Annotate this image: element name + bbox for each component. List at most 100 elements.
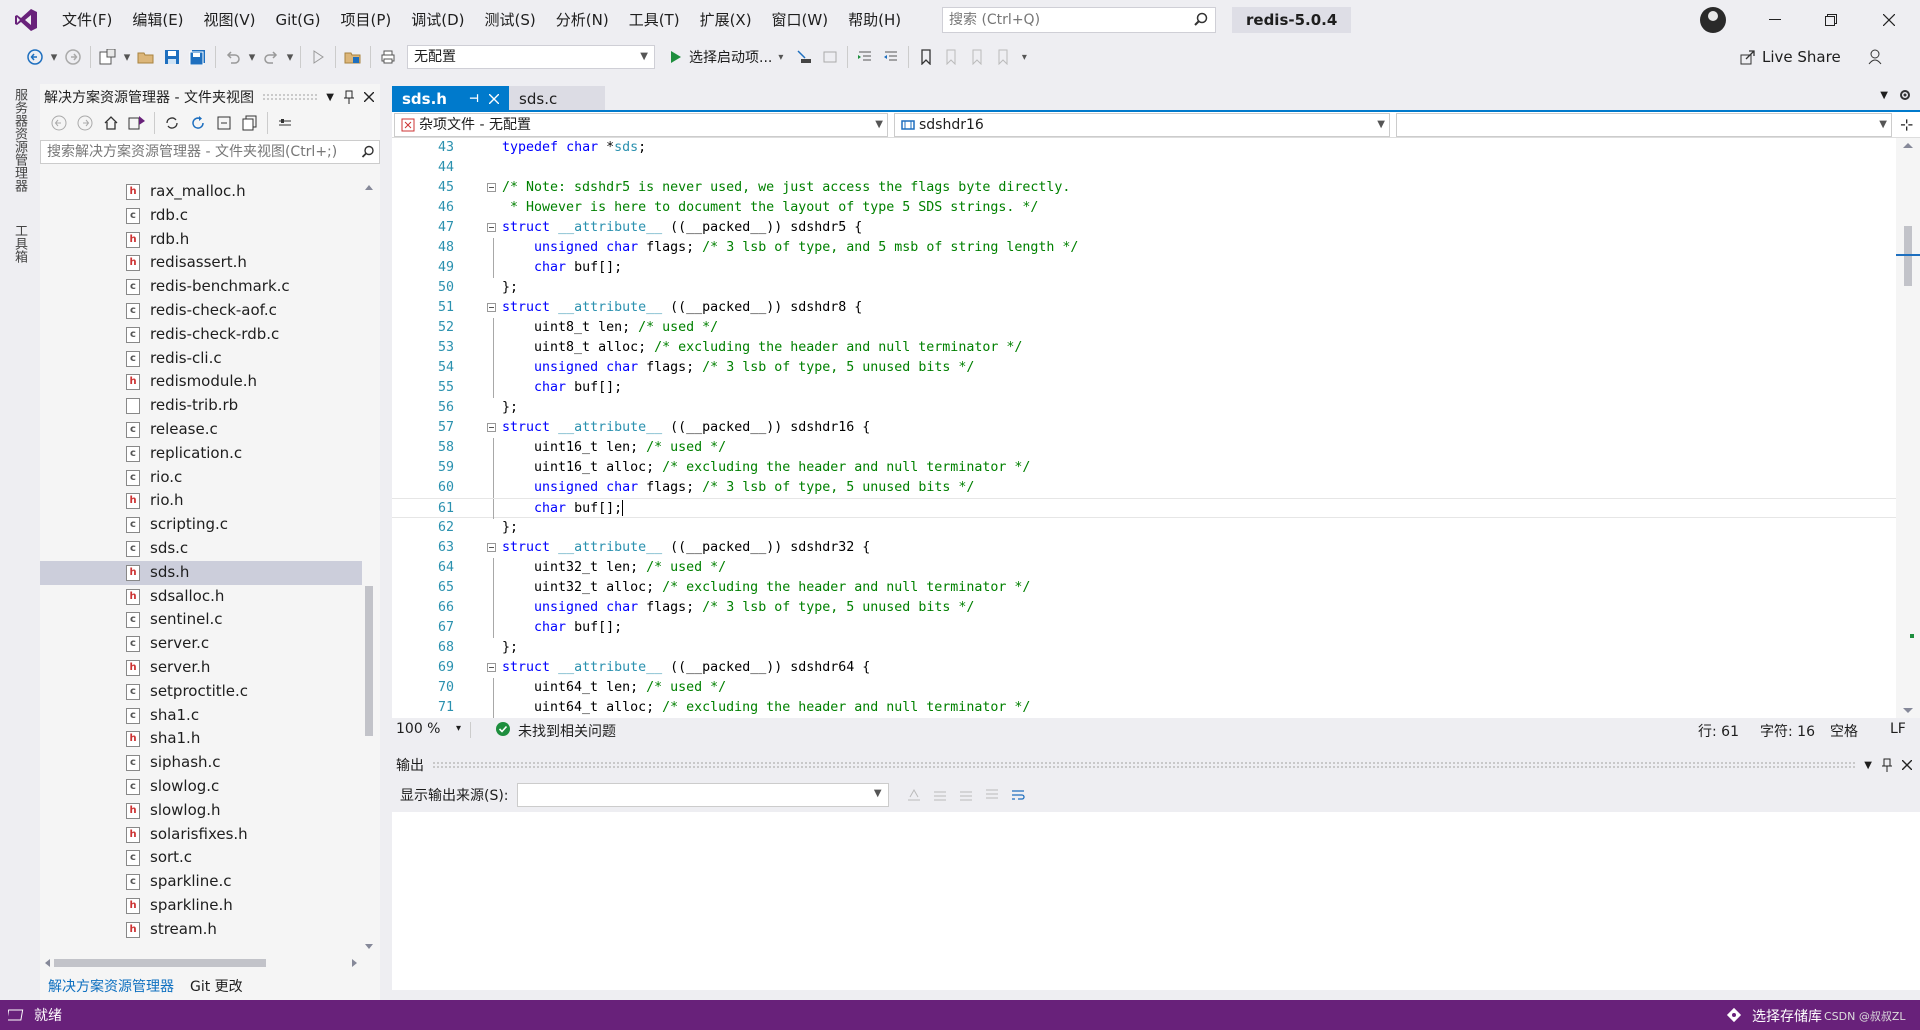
file-tree-item[interactable]: c server.c [40, 632, 362, 656]
feedback-icon[interactable] [1867, 48, 1885, 66]
file-tree-item[interactable]: h sdsalloc.h [40, 585, 362, 609]
code-line[interactable]: 43 typedef char *sds; [392, 138, 1896, 158]
file-tree-item[interactable]: c sha1.c [40, 704, 362, 728]
indent-icon[interactable] [852, 43, 878, 71]
code-line[interactable]: 45 /* Note: sdshdr5 is never used, we jus… [392, 178, 1896, 198]
file-tree-item[interactable]: c redis-check-rdb.c [40, 323, 362, 347]
pin-icon[interactable] [344, 90, 354, 104]
tab-git-changes[interactable]: Git 更改 [182, 972, 251, 1002]
menu-item[interactable]: 文件(F) [52, 0, 122, 40]
vertical-scrollbar[interactable] [362, 180, 376, 954]
menu-item[interactable]: 编辑(E) [122, 0, 193, 40]
attach-process-icon[interactable] [791, 43, 817, 71]
code-line[interactable]: 61 char buf[]; [392, 498, 1896, 519]
file-tree-item[interactable]: c sds.c [40, 537, 362, 561]
code-line[interactable]: 50}; [392, 278, 1896, 298]
hot-reload-icon[interactable] [817, 43, 843, 71]
forward-icon[interactable] [60, 43, 86, 71]
file-tree-item[interactable]: c redis-check-aof.c [40, 299, 362, 323]
save-icon[interactable] [159, 43, 185, 71]
pin-icon[interactable]: ⊣ [469, 86, 479, 112]
scope-dropdown[interactable]: 杂项文件 - 无配置 ▼ [394, 112, 888, 137]
select-repo-button[interactable]: 选择存储库 [1752, 1006, 1822, 1026]
switch-views-icon[interactable] [124, 109, 150, 137]
code-line[interactable]: 59 uint16_t alloc; /* excluding the head… [392, 458, 1896, 478]
menu-item[interactable]: 测试(S) [475, 0, 546, 40]
file-tree-item[interactable]: c setproctitle.c [40, 680, 362, 704]
file-tree-item[interactable]: c slowlog.c [40, 775, 362, 799]
code-line[interactable]: 46 * However is here to document the lay… [392, 198, 1896, 218]
close-window-button[interactable] [1864, 0, 1914, 40]
code-line[interactable]: 52 uint8_t len; /* used */ [392, 318, 1896, 338]
toolbox-tab[interactable]: 工具箱 [10, 224, 29, 263]
file-tree-item[interactable]: c sort.c [40, 846, 362, 870]
file-tree-item[interactable]: h rax_malloc.h [40, 180, 362, 204]
avatar[interactable] [1700, 7, 1726, 33]
code-line[interactable]: 54 unsigned char flags; /* 3 lsb of type… [392, 358, 1896, 378]
split-window-icon[interactable]: ⊹ [1900, 115, 1913, 134]
find-message-icon[interactable] [901, 781, 927, 809]
file-tree-item[interactable]: c replication.c [40, 442, 362, 466]
server-explorer-tab[interactable]: 服务器资源管理器 [10, 88, 29, 192]
chevron-down-icon[interactable]: ▼ [326, 92, 334, 103]
properties-icon[interactable] [272, 109, 298, 137]
code-line[interactable]: 49 char buf[]; [392, 258, 1896, 278]
char-indicator[interactable]: 字符: 16 [1760, 721, 1815, 741]
whitespace-indicator[interactable]: 空格 [1830, 721, 1858, 741]
back-icon[interactable] [46, 109, 72, 137]
menu-item[interactable]: Git(G) [266, 0, 331, 40]
code-line[interactable]: 63 struct __attribute__ ((__packed__)) sd… [392, 538, 1896, 558]
code-line[interactable]: 58 uint16_t len; /* used */ [392, 438, 1896, 458]
chevron-down-icon[interactable]: ▼ [1880, 90, 1888, 101]
file-tree-item[interactable]: h stream.h [40, 918, 362, 942]
next-message-icon[interactable] [953, 781, 979, 809]
redo-icon[interactable] [258, 43, 284, 71]
prev-bookmark-icon[interactable] [939, 43, 965, 71]
symbol-dropdown[interactable]: ▼ [1396, 112, 1892, 137]
code-line[interactable]: 62}; [392, 518, 1896, 538]
start-button[interactable]: 选择启动项... ▾ [669, 47, 783, 67]
file-tree-item[interactable]: h slowlog.h [40, 799, 362, 823]
drag-handle[interactable] [261, 93, 319, 101]
horizontal-scrollbar[interactable] [40, 954, 362, 972]
line-indicator[interactable]: 行: 61 [1698, 721, 1739, 741]
chevron-down-icon[interactable]: ▾ [456, 723, 461, 734]
file-tree-item[interactable]: h server.h [40, 656, 362, 680]
code-line[interactable]: 44 [392, 158, 1896, 178]
code-line[interactable]: 68}; [392, 638, 1896, 658]
code-line[interactable]: 55 char buf[]; [392, 378, 1896, 398]
code-line[interactable]: 51 struct __attribute__ ((__packed__)) sd… [392, 298, 1896, 318]
code-line[interactable]: 53 uint8_t alloc; /* excluding the heade… [392, 338, 1896, 358]
menu-item[interactable]: 工具(T) [619, 0, 690, 40]
dropdown-arrow-icon[interactable]: ▾ [121, 43, 133, 71]
file-tree-item[interactable]: h rdb.h [40, 228, 362, 252]
minimize-button[interactable] [1750, 0, 1800, 40]
menu-item[interactable]: 窗口(W) [762, 0, 839, 40]
file-tree-item[interactable]: h sds.h [40, 560, 362, 585]
solution-search-input[interactable]: 搜索解决方案资源管理器 - 文件夹视图(Ctrl+;) [40, 140, 380, 164]
collapse-icon[interactable] [487, 303, 496, 312]
menu-item[interactable]: 调试(D) [401, 0, 474, 40]
run-outline-icon[interactable] [305, 43, 331, 71]
collapse-icon[interactable] [487, 183, 496, 192]
file-tree-item[interactable]: c redis-cli.c [40, 347, 362, 371]
print-icon[interactable] [375, 43, 401, 71]
refresh-icon[interactable] [185, 109, 211, 137]
editor-vertical-scrollbar[interactable] [1896, 138, 1920, 718]
clear-all-icon[interactable] [979, 781, 1005, 809]
tab-sds-h[interactable]: sds.h ⊣ [392, 86, 510, 112]
collapse-icon[interactable] [487, 663, 496, 672]
file-tree-item[interactable]: h redisassert.h [40, 251, 362, 275]
close-icon[interactable] [364, 92, 374, 102]
file-tree-item[interactable]: c release.c [40, 418, 362, 442]
file-tree-item[interactable]: redis-trib.rb [40, 394, 362, 418]
chevron-down-icon[interactable]: ▼ [1864, 760, 1872, 771]
code-line[interactable]: 67 char buf[]; [392, 618, 1896, 638]
save-all-icon[interactable] [185, 43, 211, 71]
outdent-icon[interactable] [878, 43, 904, 71]
home-icon[interactable] [98, 109, 124, 137]
visual-studio-logo-icon[interactable] [0, 0, 52, 40]
code-line[interactable]: 71 uint64_t alloc; /* excluding the head… [392, 698, 1896, 718]
restore-button[interactable] [1806, 0, 1856, 40]
search-input[interactable]: 搜索 (Ctrl+Q) [942, 7, 1216, 33]
